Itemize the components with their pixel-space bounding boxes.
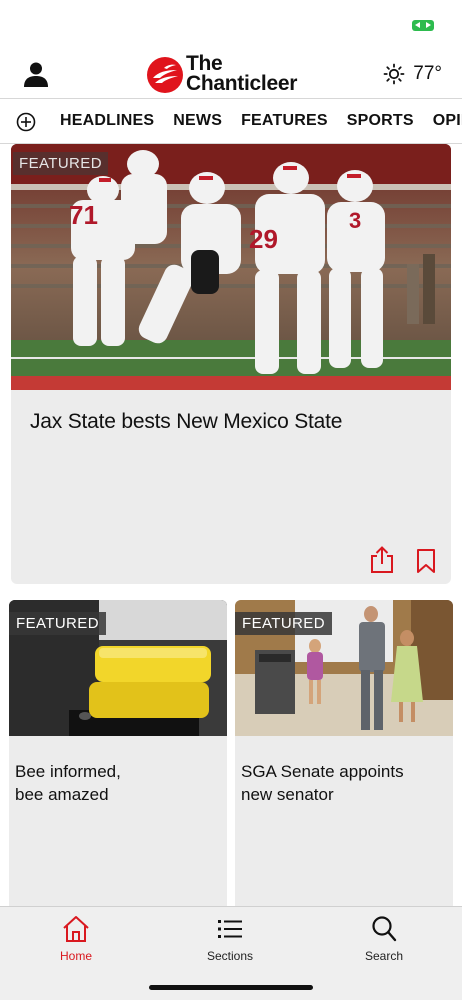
home-icon bbox=[63, 916, 89, 942]
tab-home-label: Home bbox=[59, 949, 92, 963]
title-line: bee amazed bbox=[15, 785, 109, 804]
tab-search-label: Search bbox=[364, 949, 404, 963]
bookmark-icon[interactable] bbox=[415, 548, 437, 574]
sun-icon bbox=[383, 63, 405, 85]
hero-article-card[interactable]: 71 29 3 FEATURED Jax State bests New Mex… bbox=[11, 144, 451, 584]
logo-wordmark: The Chanticleer bbox=[186, 52, 298, 95]
tab-sections[interactable]: Sections bbox=[185, 915, 275, 971]
hero-article-title[interactable]: Jax State bests New Mexico State bbox=[30, 410, 430, 434]
svg-text:3: 3 bbox=[349, 208, 361, 233]
list-icon bbox=[218, 920, 242, 938]
article-title[interactable]: SGA Senate appoints new senator bbox=[241, 760, 447, 806]
chanticleer-logo-icon bbox=[147, 57, 183, 93]
tab-features[interactable]: FEATURES bbox=[241, 112, 328, 130]
article-feed: 71 29 3 FEATURED Jax State bests New Mex… bbox=[0, 144, 462, 906]
featured-badge: FEATURED bbox=[9, 612, 106, 635]
section-tabs: HEADLINES NEWS FEATURES SPORTS OPINION bbox=[0, 98, 462, 144]
featured-badge: FEATURED bbox=[13, 152, 108, 175]
football-celebration-image: 71 29 3 bbox=[11, 144, 451, 390]
tab-search[interactable]: Search bbox=[339, 915, 429, 971]
logo-line-1: The bbox=[186, 52, 223, 75]
tab-sports[interactable]: SPORTS bbox=[347, 112, 414, 130]
home-indicator bbox=[149, 985, 313, 990]
plus-circle-icon[interactable] bbox=[16, 112, 36, 132]
svg-text:71: 71 bbox=[69, 200, 98, 230]
svg-text:29: 29 bbox=[249, 224, 278, 254]
article-card-bees[interactable]: FEATURED Bee informed, bee amazed bbox=[9, 600, 227, 906]
article-card-sga[interactable]: FEATURED SGA Senate appoints new senator bbox=[235, 600, 453, 906]
battery-charging-icon bbox=[412, 20, 436, 31]
search-icon bbox=[372, 916, 397, 942]
weather-widget[interactable]: 77° bbox=[383, 62, 442, 86]
tab-home[interactable]: Home bbox=[31, 915, 121, 971]
status-bar bbox=[0, 0, 462, 50]
title-line: SGA Senate appoints bbox=[241, 762, 404, 781]
share-icon[interactable] bbox=[369, 546, 395, 574]
tab-news[interactable]: NEWS bbox=[173, 112, 222, 130]
tab-headlines[interactable]: HEADLINES bbox=[60, 112, 154, 130]
tab-opinion[interactable]: OPINION bbox=[433, 112, 462, 130]
title-line: Bee informed, bbox=[15, 762, 121, 781]
app-header: The Chanticleer 77° bbox=[0, 50, 462, 98]
person-icon[interactable] bbox=[22, 60, 50, 88]
featured-badge: FEATURED bbox=[235, 612, 332, 635]
temperature-label: 77° bbox=[413, 63, 442, 84]
title-line: new senator bbox=[241, 785, 334, 804]
tab-sections-label: Sections bbox=[206, 949, 254, 963]
logo-line-2: Chanticleer bbox=[186, 72, 298, 95]
article-title[interactable]: Bee informed, bee amazed bbox=[15, 760, 221, 806]
app-logo[interactable]: The Chanticleer bbox=[146, 52, 318, 96]
